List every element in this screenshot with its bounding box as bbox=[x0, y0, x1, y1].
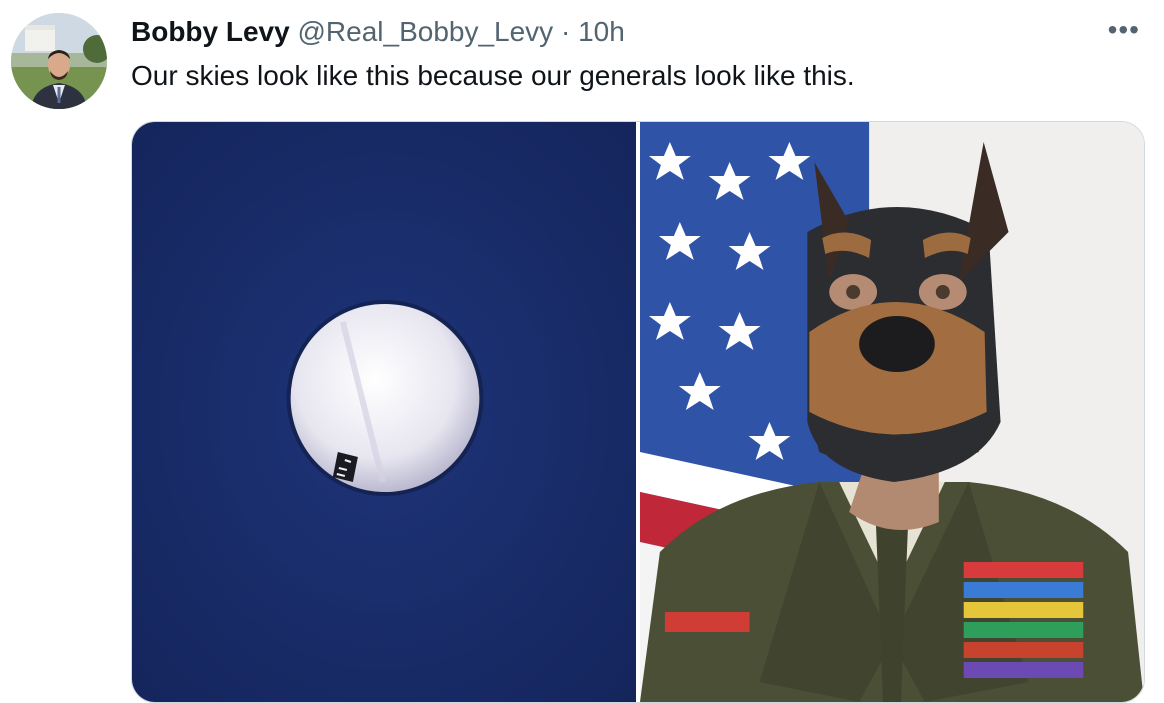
separator-dot: · bbox=[560, 16, 571, 47]
tweet-header: Bobby Levy @Real_Bobby_Levy · 10h bbox=[131, 14, 625, 50]
more-horizontal-icon[interactable]: ••• bbox=[1108, 16, 1140, 44]
author-avatar[interactable] bbox=[11, 13, 107, 109]
general-image bbox=[640, 122, 1144, 702]
author-handle[interactable]: @Real_Bobby_Levy bbox=[297, 16, 553, 47]
author-name[interactable]: Bobby Levy bbox=[131, 16, 290, 47]
general-photo[interactable] bbox=[640, 122, 1144, 702]
tweet-timestamp[interactable]: 10h bbox=[578, 16, 625, 47]
tweet-media bbox=[131, 121, 1145, 703]
avatar-image bbox=[11, 13, 107, 109]
tweet-text: Our skies look like this because our gen… bbox=[131, 60, 855, 91]
balloon-photo[interactable] bbox=[132, 122, 636, 702]
balloon-image bbox=[132, 122, 636, 702]
